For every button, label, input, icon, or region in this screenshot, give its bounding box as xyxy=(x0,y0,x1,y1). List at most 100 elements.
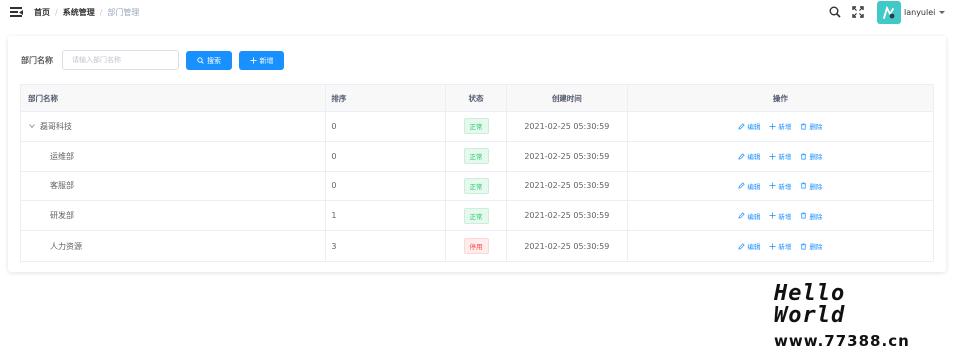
edit-button[interactable]: 编辑 xyxy=(738,241,760,251)
breadcrumb-separator: / xyxy=(99,8,103,17)
created-cell: 2021-02-25 05:30:59 xyxy=(507,112,628,141)
edit-label: 编辑 xyxy=(747,182,761,191)
table-row: 研发部 1 正常 2021-02-25 05:30:59 编辑 新增 删除 xyxy=(21,201,933,232)
status-cell: 正常 xyxy=(446,141,507,171)
table-row: 运维部 0 正常 2021-02-25 05:30:59 编辑 新增 删除 xyxy=(21,141,933,172)
plus-icon xyxy=(769,182,776,190)
delete-label: 删除 xyxy=(809,123,823,132)
add-button[interactable]: 新增 xyxy=(239,51,284,70)
actions-cell: 编辑 新增 删除 xyxy=(628,231,933,261)
column-header-created: 创建时间 xyxy=(507,85,628,111)
add-label: 新增 xyxy=(778,212,792,221)
search-label: 部门名称 xyxy=(21,56,53,65)
chevron-down-icon[interactable] xyxy=(29,123,35,129)
hamburger-icon[interactable] xyxy=(10,7,23,17)
status-cell: 正常 xyxy=(446,201,507,231)
sort-cell: 0 xyxy=(326,112,447,141)
edit-label: 编辑 xyxy=(747,123,761,132)
search-icon xyxy=(197,57,204,64)
dept-name-cell: 人力资源 xyxy=(21,231,327,261)
table-row: 客服部 0 正常 2021-02-25 05:30:59 编辑 新增 删除 xyxy=(21,171,933,202)
delete-label: 删除 xyxy=(809,153,823,162)
dept-name: 人力资源 xyxy=(50,241,82,251)
created-cell: 2021-02-25 05:30:59 xyxy=(507,231,628,261)
add-child-button[interactable]: 新增 xyxy=(769,151,791,161)
dept-name-cell: 磊哥科技 xyxy=(21,112,327,141)
username[interactable]: lanyulei xyxy=(904,8,935,17)
status-badge: 停用 xyxy=(463,238,489,255)
sort-cell: 3 xyxy=(326,231,447,261)
avatar[interactable] xyxy=(877,1,901,24)
status-cell: 正常 xyxy=(446,171,507,201)
dept-name: 磊哥科技 xyxy=(40,121,72,131)
actions-cell: 编辑 新增 删除 xyxy=(628,112,933,141)
dept-name-cell: 运维部 xyxy=(21,141,327,171)
column-header-status: 状态 xyxy=(446,85,507,111)
edit-icon xyxy=(738,123,745,130)
delete-label: 删除 xyxy=(809,212,823,221)
delete-button[interactable]: 删除 xyxy=(800,151,822,161)
edit-label: 编辑 xyxy=(747,153,761,162)
plus-icon xyxy=(769,153,776,160)
add-label: 新增 xyxy=(778,182,792,191)
plus-icon xyxy=(769,212,776,219)
breadcrumb: 首页 / 系统管理 / 部门管理 xyxy=(34,7,139,18)
created-cell: 2021-02-25 05:30:59 xyxy=(507,171,628,201)
department-panel: 部门名称 请输入部门名称 搜索 新增 部门名称 排序 状态 创建时间 操作 磊哥… xyxy=(8,36,946,272)
fullscreen-icon[interactable] xyxy=(852,6,864,18)
edit-button[interactable]: 编辑 xyxy=(738,121,760,131)
breadcrumb-current: 部门管理 xyxy=(107,8,140,17)
status-badge: 正常 xyxy=(463,177,489,194)
breadcrumb-system[interactable]: 系统管理 xyxy=(63,7,95,18)
trash-icon xyxy=(801,153,807,160)
plus-icon xyxy=(769,123,776,130)
sort-cell: 1 xyxy=(326,201,447,231)
add-label: 新增 xyxy=(778,123,792,132)
dept-name: 研发部 xyxy=(50,211,74,221)
edit-button[interactable]: 编辑 xyxy=(738,151,760,161)
caret-down-icon[interactable] xyxy=(939,11,945,14)
edit-icon xyxy=(738,153,745,160)
add-child-button[interactable]: 新增 xyxy=(769,211,791,221)
column-header-sort: 排序 xyxy=(326,85,447,111)
edit-label: 编辑 xyxy=(747,243,761,252)
edit-icon xyxy=(738,182,745,190)
top-navbar: 首页 / 系统管理 / 部门管理 lanyulei xyxy=(0,0,955,26)
edit-label: 编辑 xyxy=(747,212,761,221)
trash-icon xyxy=(801,123,807,130)
search-button-label: 搜索 xyxy=(207,56,221,65)
actions-cell: 编辑 新增 删除 xyxy=(628,142,933,171)
column-header-name: 部门名称 xyxy=(21,85,327,111)
trash-icon xyxy=(801,183,807,189)
delete-button[interactable]: 删除 xyxy=(800,181,822,191)
dept-name: 客服部 xyxy=(50,181,74,191)
sort-cell: 0 xyxy=(326,141,447,171)
dept-name-cell: 研发部 xyxy=(21,201,327,231)
add-child-button[interactable]: 新增 xyxy=(769,181,791,191)
plus-icon xyxy=(769,243,776,250)
search-button[interactable]: 搜索 xyxy=(186,51,232,70)
delete-label: 删除 xyxy=(809,182,823,191)
add-label: 新增 xyxy=(778,243,792,252)
status-badge: 正常 xyxy=(463,118,489,135)
edit-button[interactable]: 编辑 xyxy=(738,211,760,221)
breadcrumb-home[interactable]: 首页 xyxy=(34,7,50,18)
watermark-url: www.77388.cn xyxy=(774,332,910,347)
department-name-input[interactable]: 请输入部门名称 xyxy=(62,50,179,70)
edit-button[interactable]: 编辑 xyxy=(738,181,760,191)
status-badge: 正常 xyxy=(463,207,489,224)
delete-button[interactable]: 删除 xyxy=(800,211,822,221)
actions-cell: 编辑 新增 删除 xyxy=(628,172,933,201)
add-child-button[interactable]: 新增 xyxy=(769,121,791,131)
table-row: 磊哥科技 0 正常 2021-02-25 05:30:59 编辑 新增 删除 xyxy=(21,112,933,142)
edit-icon xyxy=(738,212,745,219)
created-cell: 2021-02-25 05:30:59 xyxy=(507,201,628,231)
add-child-button[interactable]: 新增 xyxy=(769,241,791,251)
search-icon[interactable] xyxy=(829,6,841,18)
delete-button[interactable]: 删除 xyxy=(800,241,822,251)
delete-button[interactable]: 删除 xyxy=(800,121,822,131)
department-table: 部门名称 排序 状态 创建时间 操作 磊哥科技 0 正常 2021-02-25 … xyxy=(20,84,934,262)
trash-icon xyxy=(801,212,807,219)
watermark: Hello World www.77388.cn xyxy=(774,283,924,347)
dept-name-cell: 客服部 xyxy=(21,171,327,201)
